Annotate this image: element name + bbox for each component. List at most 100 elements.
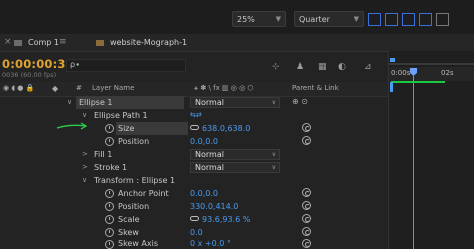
property-row-skew-axis[interactable]: Skew Axis 0 x +0.0 ° [0, 238, 388, 249]
time-navigator[interactable] [389, 63, 474, 65]
layer-name: Ellipse 1 [79, 98, 113, 107]
property-value[interactable]: 93.6,93.6 % [202, 213, 250, 226]
layer-name-column[interactable]: Layer Name [92, 84, 134, 92]
property-value[interactable]: 0.0,0.0 [190, 135, 218, 148]
current-time-display[interactable]: 0:00:00:36 [2, 57, 74, 71]
region-of-interest-icon[interactable] [368, 12, 381, 26]
expand-chevron-icon[interactable]: ∨ [67, 96, 72, 109]
transparency-grid-icon[interactable] [385, 12, 398, 26]
channels-icon[interactable] [436, 12, 449, 26]
blend-mode-dropdown[interactable]: Normal ∨ [190, 162, 280, 173]
ruler-label-start: 0:00s [391, 69, 411, 77]
property-name: Scale [118, 215, 140, 224]
blend-mode-value: Normal [195, 163, 224, 172]
property-name: Position [118, 202, 150, 211]
close-icon[interactable]: × [4, 34, 12, 51]
property-value[interactable]: 330.0,414.0 [190, 200, 238, 213]
chevron-down-icon: ▼ [275, 15, 281, 23]
chevron-down-icon: ∨ [271, 164, 276, 171]
property-row-anchor-point[interactable]: Anchor Point 0.0,0.0 [0, 187, 388, 200]
expand-chevron-icon[interactable]: > [82, 161, 88, 174]
property-value[interactable]: 0 x +0.0 ° [190, 238, 231, 249]
pick-whip-icon[interactable] [302, 201, 311, 210]
time-ruler[interactable]: 0:00s 02s [389, 67, 474, 81]
property-row-transform-position[interactable]: Position 330.0,414.0 [0, 200, 388, 213]
pick-whip-icon[interactable] [302, 123, 311, 132]
stopwatch-icon[interactable] [105, 240, 114, 249]
property-value[interactable]: 0.0,0.0 [190, 187, 218, 200]
stopwatch-icon[interactable] [105, 124, 114, 133]
property-name: Size [118, 124, 135, 133]
stopwatch-icon[interactable] [105, 215, 114, 224]
constrain-proportions-icon[interactable] [190, 216, 199, 221]
layer-column-header: ◉ ◖ ● 🔒 ◆ # Layer Name ⚹ ✽ \ fx ▥ ◎ ◎ ⬡ … [0, 82, 388, 97]
guides-icon[interactable] [419, 12, 432, 26]
tab-label: Comp 1 [28, 38, 59, 47]
resolution-dropdown[interactable]: Quarter ▼ [294, 11, 364, 27]
layer-row-ellipse-1[interactable]: ∨ Ellipse 1 Normal ∨ ⊕ ⊙ [0, 96, 388, 109]
blend-icons[interactable]: ⊕ ⊙ [292, 97, 308, 106]
timeline-panel[interactable]: 0:00s 02s [388, 51, 474, 249]
viewer-toolbar: 25% ▼ Quarter ▼ [0, 0, 474, 34]
composition-flowchart-icon[interactable]: ⊹ [272, 62, 280, 72]
blend-mode-dropdown[interactable]: Normal ∨ [190, 149, 280, 160]
tab-comp-1[interactable]: Comp 1 [14, 34, 59, 51]
parent-link-column[interactable]: Parent & Link [292, 84, 339, 92]
blend-mode-value: Normal [195, 98, 224, 107]
property-row-fill-1[interactable]: > Fill 1 Normal ∨ [0, 148, 388, 161]
timeline-zoom-handle[interactable] [390, 58, 395, 62]
chevron-down-icon: ▼ [353, 15, 359, 23]
layer-search-input[interactable]: ρ∙ [66, 59, 186, 72]
property-row-scale[interactable]: Scale 93.6,93.6 % [0, 213, 388, 226]
stopwatch-icon[interactable] [105, 228, 114, 237]
frame-blending-icon[interactable]: ▦ [318, 62, 327, 72]
graph-editor-icon[interactable]: ⊿ [364, 62, 372, 72]
av-features-icons: ◉ ◖ ● 🔒 [3, 84, 35, 92]
zoom-value: 25% [237, 14, 255, 24]
work-area-bar[interactable] [391, 81, 445, 83]
motion-blur-icon[interactable]: ◐ [338, 62, 346, 72]
pick-whip-icon[interactable] [302, 136, 311, 145]
label-column-icon: ◆ [52, 84, 59, 93]
switches-column-icons: ⚹ ✽ \ fx ▥ ◎ ◎ ⬡ [194, 84, 254, 92]
tab-menu-icon[interactable]: ≡ [59, 34, 67, 51]
shy-layers-icon[interactable]: ♟ [296, 62, 304, 72]
viewer-controls: 25% ▼ Quarter ▼ [232, 9, 449, 29]
property-row-stroke-1[interactable]: > Stroke 1 Normal ∨ [0, 161, 388, 174]
search-icon: ρ∙ [70, 60, 81, 69]
tab-color-swatch [14, 39, 22, 46]
path-direction-icons[interactable]: ⇆⇄ [190, 112, 212, 119]
property-row-size[interactable]: Size 638.0,638.0 [0, 122, 388, 135]
blend-mode-value: Normal [195, 150, 224, 159]
mask-visibility-icon[interactable] [402, 12, 415, 26]
layer-bar-start [390, 82, 393, 92]
property-name: Fill 1 [94, 150, 113, 159]
property-name: Stroke 1 [94, 163, 128, 172]
stopwatch-icon[interactable] [105, 202, 114, 211]
chevron-down-icon: ∨ [271, 99, 276, 106]
property-name: Anchor Point [118, 189, 169, 198]
blend-mode-dropdown[interactable]: Normal ∨ [190, 97, 280, 108]
frame-rate-label: 0036 (60.00 fps) [2, 71, 57, 79]
expand-chevron-icon[interactable]: ∨ [82, 174, 87, 187]
composition-tab-bar: × Comp 1 ≡ website-Mograph-1 [0, 34, 474, 52]
tab-website-mograph-1[interactable]: website-Mograph-1 [96, 34, 187, 51]
number-column-label: # [76, 84, 82, 92]
playhead-line [413, 76, 414, 249]
chevron-down-icon: ∨ [271, 151, 276, 158]
resolution-value: Quarter [299, 14, 330, 24]
constrain-proportions-icon[interactable] [190, 125, 199, 130]
stopwatch-icon[interactable] [105, 189, 114, 198]
property-row-transform[interactable]: ∨ Transform : Ellipse 1 [0, 174, 388, 187]
pick-whip-icon[interactable] [302, 227, 311, 236]
tab-color-swatch [96, 39, 104, 46]
pick-whip-icon[interactable] [302, 214, 311, 223]
stopwatch-icon[interactable] [105, 137, 114, 146]
property-row-position[interactable]: Position 0.0,0.0 [0, 135, 388, 148]
pick-whip-icon[interactable] [302, 188, 311, 197]
expand-chevron-icon[interactable]: > [82, 148, 88, 161]
property-value[interactable]: 638.0,638.0 [202, 122, 250, 135]
zoom-dropdown[interactable]: 25% ▼ [232, 11, 286, 27]
property-name: Position [118, 137, 150, 146]
pick-whip-icon[interactable] [302, 239, 311, 248]
